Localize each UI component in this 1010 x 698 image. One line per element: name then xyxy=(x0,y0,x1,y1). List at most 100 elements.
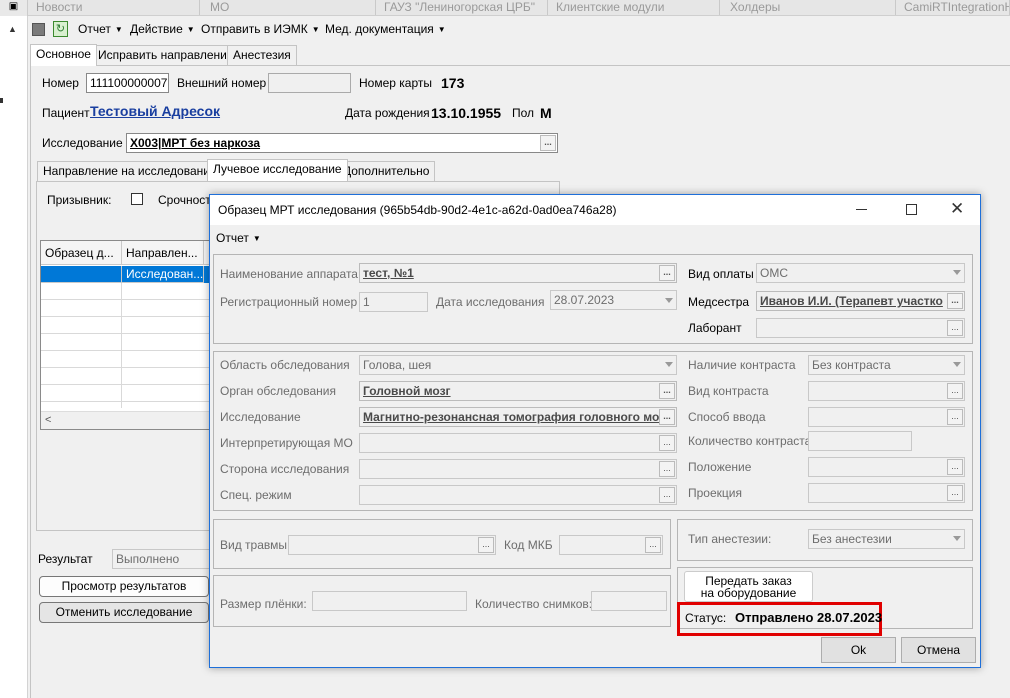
dialog-title: Образец МРТ исследования (965b54db-90d2-… xyxy=(218,203,617,217)
tab-referral[interactable]: Направление на исследование xyxy=(37,161,223,181)
table-row[interactable]: Исследован... xyxy=(41,266,209,283)
tab-radiology[interactable]: Лучевое исследование xyxy=(207,159,348,181)
interp-mo-field[interactable]: ... xyxy=(359,433,677,453)
grid-column-line-1 xyxy=(121,283,122,408)
area-value: Голова, шея xyxy=(363,358,432,372)
tab-holders[interactable]: Холдеры xyxy=(724,0,896,15)
chevron-down-icon xyxy=(953,362,961,367)
mkb-field[interactable]: ... xyxy=(559,535,663,555)
grid-header-sample[interactable]: Образец д... xyxy=(41,241,122,265)
study-date-field[interactable]: 28.07.2023 xyxy=(550,290,677,310)
conscript-checkbox[interactable] xyxy=(131,193,143,205)
grid-header-direction[interactable]: Направлен... xyxy=(122,241,204,265)
tab-additional[interactable]: Дополнительно xyxy=(337,161,436,181)
device-field[interactable]: тест, №1... xyxy=(359,263,677,283)
organ-label: Орган обследования xyxy=(220,384,336,398)
minimize-icon[interactable] xyxy=(856,209,867,210)
cancel-study-button[interactable]: Отменить исследование xyxy=(39,602,209,623)
ellipsis-button[interactable]: ... xyxy=(947,459,963,475)
menu-send-iemk[interactable]: Отправить в ИЭМК ▼ xyxy=(201,22,320,36)
ellipsis-button[interactable]: ... xyxy=(947,293,963,309)
ellipsis-button[interactable]: ... xyxy=(659,487,675,503)
ellipsis-button[interactable]: ... xyxy=(645,537,661,553)
status-label: Статус: xyxy=(685,611,727,625)
side-field[interactable]: ... xyxy=(359,459,677,479)
projection-field[interactable]: ... xyxy=(808,483,965,503)
external-number-field[interactable] xyxy=(268,73,351,93)
exam-study-value: Магнитно-резонансная томография головног… xyxy=(363,410,660,424)
close-icon[interactable]: ✕ xyxy=(950,199,964,219)
dialog-cancel-button[interactable]: Отмена xyxy=(901,637,976,663)
area-field[interactable]: Голова, шея xyxy=(359,355,677,375)
reg-number-field[interactable]: 1 xyxy=(359,292,428,312)
ellipsis-button[interactable]: ... xyxy=(659,383,675,399)
lab-field[interactable]: ... xyxy=(756,318,965,338)
scroll-left-icon[interactable]: < xyxy=(45,414,51,426)
dialog-menu-report[interactable]: Отчет ▼ xyxy=(216,231,261,245)
collapse-chevron-icon[interactable]: ▲ xyxy=(8,24,17,34)
left-strip-marker xyxy=(0,98,3,103)
ellipsis-button[interactable]: ... xyxy=(659,461,675,477)
number-field[interactable]: 111100000007 xyxy=(86,73,169,93)
payment-field[interactable]: ОМС xyxy=(756,263,965,283)
ellipsis-button[interactable]: ... xyxy=(478,537,494,553)
device-label: Наименование аппарата xyxy=(220,267,358,281)
input-method-field[interactable]: ... xyxy=(808,407,965,427)
images-count-field[interactable] xyxy=(591,591,667,611)
menu-report[interactable]: Отчет ▼ xyxy=(78,22,123,36)
tab-integration[interactable]: CamiRTIntegrationHo xyxy=(898,0,1010,15)
nurse-field[interactable]: Иванов И.И. (Терапевт участко... xyxy=(756,291,965,311)
grid-empty-rows xyxy=(41,283,209,408)
tab-mo[interactable]: МО xyxy=(204,0,376,15)
ellipsis-button[interactable]: ... xyxy=(947,485,963,501)
grid-horizontal-scrollbar[interactable]: < xyxy=(41,411,209,429)
mkb-label: Код МКБ xyxy=(504,538,553,552)
number-label: Номер xyxy=(42,76,79,90)
tab-client-modules[interactable]: Клиентские модули xyxy=(550,0,720,15)
ellipsis-button[interactable]: ... xyxy=(659,435,675,451)
tab-anesthesia[interactable]: Анестезия xyxy=(227,45,297,65)
chevron-down-icon: ▼ xyxy=(437,25,446,34)
position-field[interactable]: ... xyxy=(808,457,965,477)
transfer-order-line2: на оборудование xyxy=(700,586,797,600)
tab-news[interactable]: Новости xyxy=(30,0,200,15)
special-mode-field[interactable]: ... xyxy=(359,485,677,505)
nurse-value: Иванов И.И. (Терапевт участко xyxy=(760,294,943,308)
view-results-button[interactable]: Просмотр результатов xyxy=(39,576,209,597)
organ-field[interactable]: Головной мозг... xyxy=(359,381,677,401)
exam-study-field[interactable]: Магнитно-резонансная томография головног… xyxy=(359,407,677,427)
payment-value: ОМС xyxy=(760,266,788,280)
patient-label: Пациент xyxy=(42,106,90,120)
transfer-order-button[interactable]: Передать заказ на оборудование xyxy=(684,571,813,602)
save-icon[interactable] xyxy=(32,23,45,36)
ellipsis-button[interactable]: ... xyxy=(947,383,963,399)
pin-icon[interactable]: ▣ xyxy=(0,0,28,16)
ellipsis-button[interactable]: ... xyxy=(659,265,675,281)
film-size-field[interactable] xyxy=(312,591,467,611)
contrast-amount-field[interactable] xyxy=(808,431,912,451)
chevron-down-icon xyxy=(953,270,961,275)
menu-med-docs[interactable]: Мед. документация ▼ xyxy=(325,22,446,36)
injury-field[interactable]: ... xyxy=(288,535,496,555)
tab-fix-referral[interactable]: Исправить направление xyxy=(92,45,240,65)
contrast-type-field[interactable]: ... xyxy=(808,381,965,401)
ok-button[interactable]: Ok xyxy=(821,637,896,663)
contrast-amount-label: Количество контраста xyxy=(688,434,812,448)
ellipsis-button[interactable]: ... xyxy=(659,409,675,425)
card-number-value: 173 xyxy=(441,75,465,91)
study-field[interactable]: Х003|МРТ без наркоза... xyxy=(126,133,558,153)
study-date-label: Дата исследования xyxy=(436,295,545,309)
menu-action[interactable]: Действие ▼ xyxy=(130,22,195,36)
study-label: Исследование xyxy=(42,136,123,150)
patient-link[interactable]: Тестовый Адресок xyxy=(90,103,220,119)
ellipsis-button[interactable]: ... xyxy=(947,409,963,425)
tab-hospital[interactable]: ГАУЗ "Лениногорская ЦРБ" xyxy=(378,0,548,15)
maximize-icon[interactable] xyxy=(906,204,917,215)
tab-main[interactable]: Основное xyxy=(30,44,97,66)
film-size-label: Размер плёнки: xyxy=(220,597,307,611)
refresh-icon[interactable]: ↻ xyxy=(53,21,68,37)
anesthesia-field[interactable]: Без анестезии xyxy=(808,529,965,549)
contrast-presence-field[interactable]: Без контраста xyxy=(808,355,965,375)
ellipsis-button[interactable]: ... xyxy=(947,320,963,336)
ellipsis-button[interactable]: ... xyxy=(540,135,556,151)
